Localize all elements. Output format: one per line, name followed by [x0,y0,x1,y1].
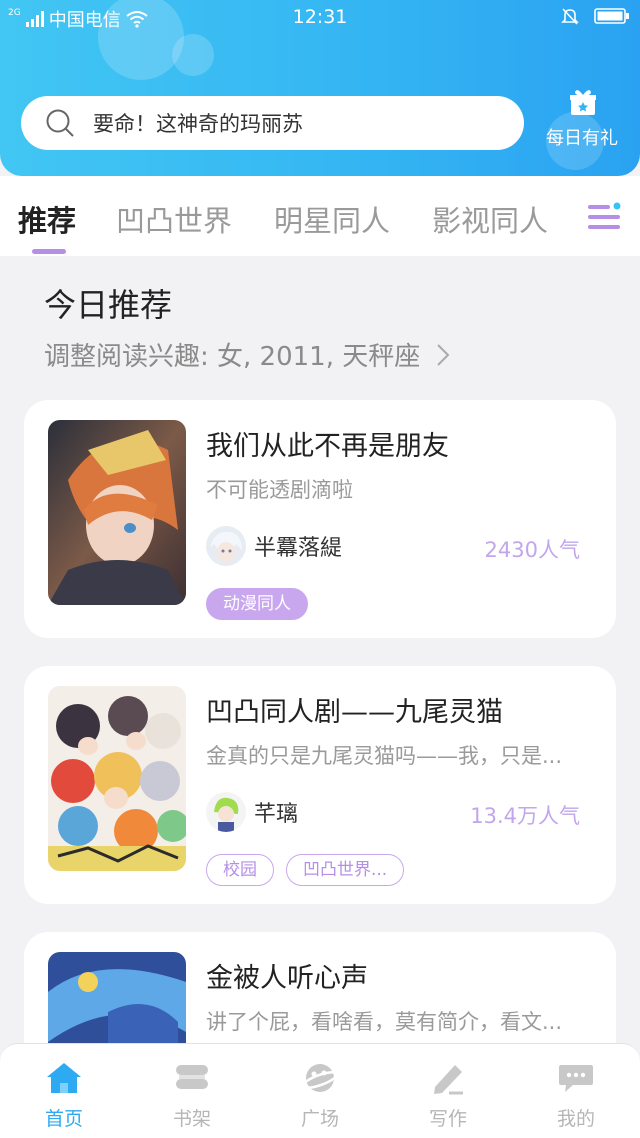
story-card[interactable]: 凹凸同人剧——九尾灵猫 金真的只是九尾灵猫吗——我，只是... 芊璃 13.4万… [24,666,616,904]
nav-plaza[interactable]: 广场 [256,1056,384,1131]
battery-icon [594,8,629,24]
popularity-count: 2430人气 [484,538,580,562]
nav-write[interactable]: 写作 [384,1056,512,1131]
chat-bubble-icon [559,1065,593,1092]
nav-bookshelf[interactable]: 书架 [128,1056,256,1131]
story-title: 金被人听心声 [206,963,368,994]
category-tabs: 推荐 凹凸世界 明星同人 影视同人 [0,176,640,256]
planet-icon [301,1064,339,1092]
avatar [206,526,246,566]
story-title: 我们从此不再是朋友 [206,431,449,462]
story-tags: 动漫同人 [206,588,308,620]
bottom-nav: 首页 书架 广场 写作 我的 [0,1043,640,1138]
daily-gift-label: 每日有礼 [546,128,618,149]
category-menu-icon[interactable] [586,200,622,234]
story-author[interactable]: 半羃落緹 [206,526,342,566]
story-tag[interactable]: 动漫同人 [206,588,308,620]
reading-interest-text: 调整阅读兴趣: 女, 2011, 天秤座 [44,342,421,372]
story-tag[interactable]: 校园 [206,854,274,886]
story-description: 讲了个屁，看啥看，莫有简介，看文... [206,1010,563,1034]
section-title: 今日推荐 [44,286,173,324]
story-description: 金真的只是九尾灵猫吗——我，只是... [206,744,563,768]
story-tag[interactable]: 凹凸世界... [286,854,405,886]
search-bar[interactable]: 要命！这神奇的玛丽苏 [21,96,524,150]
search-placeholder: 要命！这神奇的玛丽苏 [93,112,303,136]
search-icon [46,109,74,137]
home-icon [47,1063,81,1093]
tab-celebrity-fanfic[interactable]: 明星同人 [274,198,390,240]
story-cover [48,420,186,605]
reading-interest-link[interactable]: 调整阅读兴趣: 女, 2011, 天秤座 [44,336,451,373]
tab-recommend[interactable]: 推荐 [18,198,76,240]
popularity-count: 13.4万人气 [470,804,580,828]
avatar [206,792,246,832]
author-name: 芊璃 [254,802,299,827]
story-author[interactable]: 芊璃 [206,792,298,832]
clock: 12:31 [292,6,348,28]
tab-film-fanfic[interactable]: 影视同人 [432,198,548,240]
nav-label: 我的 [556,1108,595,1130]
active-tab-indicator [32,249,66,254]
author-name: 半羃落緹 [254,536,343,561]
story-card[interactable]: 我们从此不再是朋友 不可能透剧滴啦 半羃落緹 2430人气 动漫同人 [24,400,616,638]
story-cover [48,686,186,871]
nav-home[interactable]: 首页 [0,1056,128,1131]
nav-label: 首页 [44,1108,83,1130]
status-bar: 2G 中国电信 12:31 [0,0,640,36]
chevron-right-icon [436,344,449,366]
story-tags: 校园 凹凸世界... [206,854,405,886]
story-title: 凹凸同人剧——九尾灵猫 [206,697,503,728]
header: 2G 中国电信 12:31 要命！这神奇的玛丽苏 每日有礼 [0,0,640,176]
nav-label: 书架 [172,1108,211,1130]
gift-icon [570,90,596,115]
nav-label: 广场 [300,1108,339,1130]
bookshelf-icon [176,1065,208,1089]
bell-mute-icon [561,8,579,25]
daily-gift-button[interactable]: 每日有礼 [540,88,624,158]
story-description: 不可能透剧滴啦 [206,478,353,502]
tab-aotu-world[interactable]: 凹凸世界 [116,198,232,240]
nav-profile[interactable]: 我的 [512,1056,640,1131]
nav-label: 写作 [428,1108,467,1130]
pen-icon [434,1065,463,1095]
